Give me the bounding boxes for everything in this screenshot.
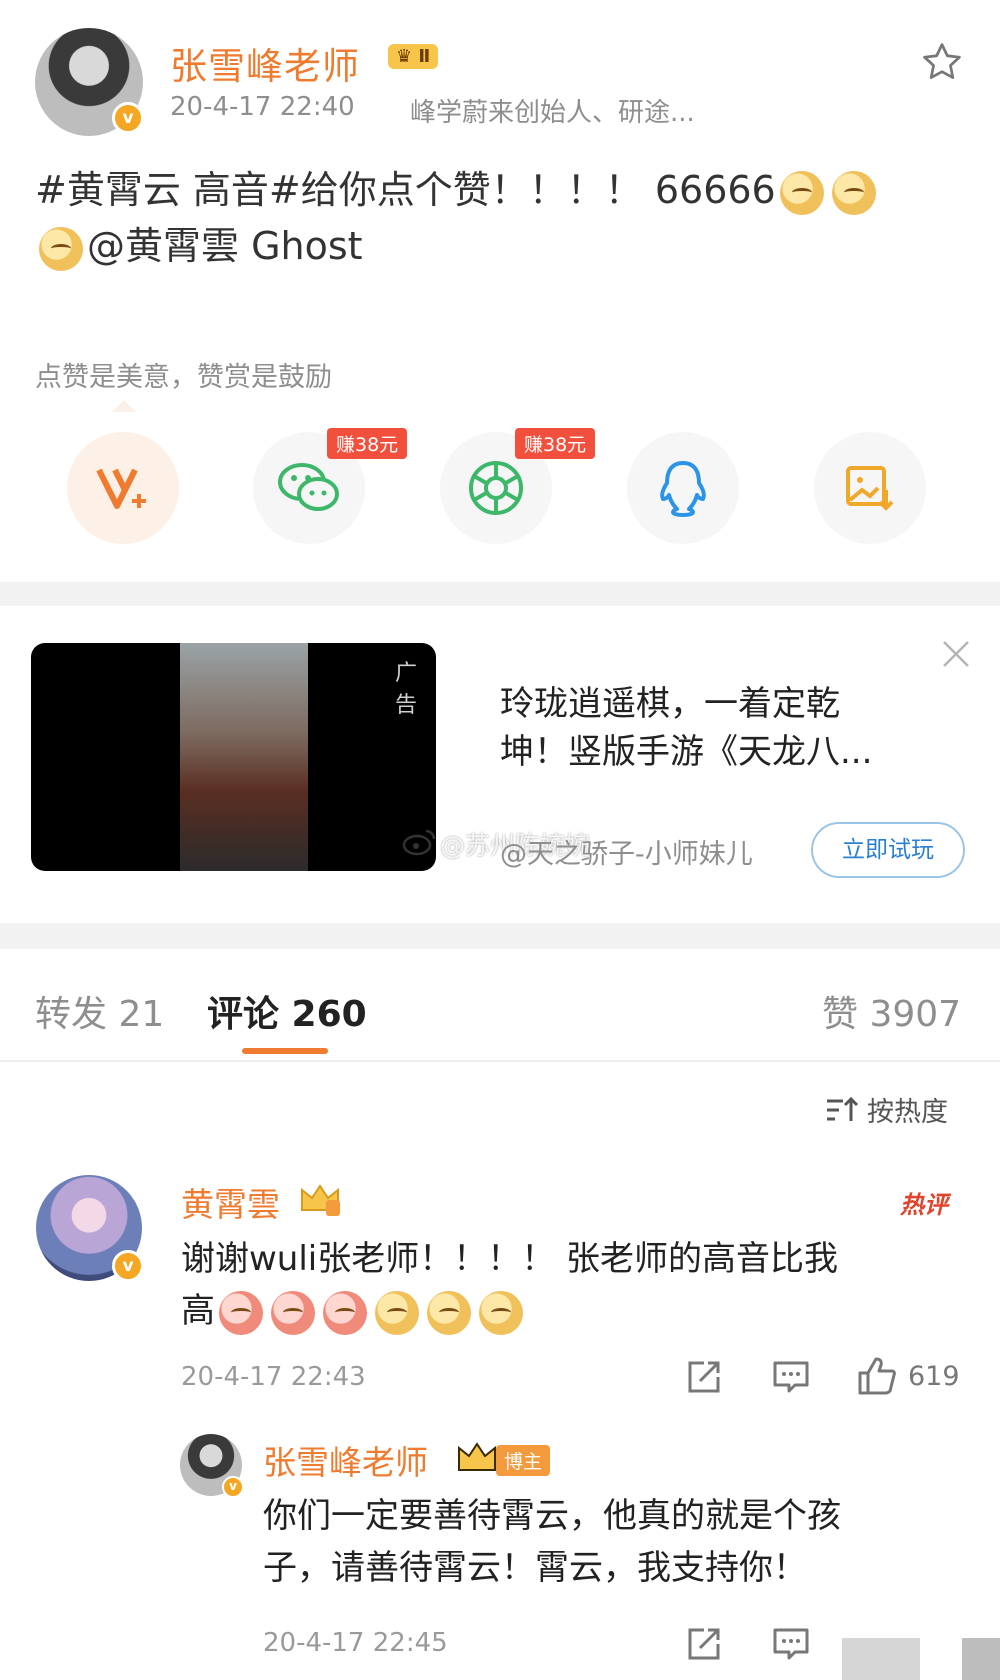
overlay-block [842, 1638, 920, 1680]
save-image-button[interactable] [814, 432, 926, 544]
doge-emoji [831, 170, 876, 215]
sort-icon [827, 1096, 859, 1121]
pig-emoji [323, 1290, 367, 1335]
ad-title-line2: 坤！竖版手游《天龙八... [500, 732, 873, 772]
try-now-button[interactable]: 立即试玩 [811, 822, 965, 878]
like-icon [858, 1357, 896, 1395]
hot-comment-tag: 热评 [900, 1191, 948, 1219]
appreciate-pointer [112, 400, 136, 412]
doge-emoji [39, 226, 83, 271]
reply-time: 20-4-17 22:45 [263, 1628, 448, 1658]
wechat-icon [278, 463, 339, 511]
doge-emoji [779, 170, 824, 215]
tab-comments[interactable]: 评论 260 [207, 985, 367, 1037]
star-icon[interactable] [920, 40, 964, 84]
comment-icon[interactable] [771, 1624, 811, 1664]
repost-icon[interactable] [684, 1357, 724, 1397]
reply-author-name[interactable]: 张雪峰老师 [263, 1436, 428, 1484]
member-crown-icon [455, 1438, 499, 1476]
reply-text-line2: 子，请善待霄云！霄云，我支持你！ [263, 1548, 807, 1588]
ad-video[interactable]: 广告 [31, 643, 436, 871]
section-divider [0, 923, 1000, 949]
active-tab-underline [242, 1048, 328, 1054]
verified-badge: v [112, 1250, 144, 1282]
level-badge-label: Ⅱ [418, 46, 431, 67]
ad-tag: 广告 [395, 661, 418, 718]
qq-icon [660, 461, 706, 517]
like-button[interactable]: 619 [856, 1355, 960, 1397]
post-mention[interactable]: @黄霄雲 Ghost [87, 224, 363, 268]
comment-time: 20-4-17 22:43 [181, 1362, 366, 1392]
ad-video-frame [180, 643, 308, 871]
reply-text-line1: 你们一定要善待霄云，他真的就是个孩 [263, 1496, 841, 1536]
post-time: 20-4-17 22:40 [170, 92, 355, 122]
moments-icon [469, 461, 523, 515]
post-text: #黄霄云 高音#给你点个赞！！！！ 66666 @黄霄雲 Ghost [35, 162, 965, 274]
vip-plus-button[interactable] [67, 432, 179, 544]
pig-emoji [271, 1290, 315, 1335]
overlay-block [962, 1638, 1000, 1680]
ad-title[interactable]: 玲珑逍遥棋，一着定乾 坤！竖版手游《天龙八... [500, 680, 960, 776]
doge-emoji [479, 1290, 523, 1335]
tabs-bottom-border [0, 1060, 1000, 1062]
comment-icon[interactable] [771, 1357, 811, 1397]
owner-tag: 博主 [496, 1445, 551, 1476]
like-count: 619 [908, 1360, 960, 1392]
section-divider [0, 582, 1000, 606]
post-text-line1: #黄霄云 高音#给你点个赞！！！！ 66666 [35, 168, 776, 212]
ad-title-line1: 玲珑逍遥棋，一着定乾 [500, 684, 840, 724]
level-badge: ♛ Ⅱ [388, 44, 439, 69]
earn-tag: 赚38元 [515, 428, 596, 459]
appreciate-text: 点赞是美意，赞赏是鼓励 [35, 362, 332, 393]
tab-likes[interactable]: 赞 3907 [822, 985, 961, 1037]
member-crown-icon [298, 1180, 342, 1218]
doge-emoji [375, 1290, 419, 1335]
earn-tag: 赚38元 [327, 428, 408, 459]
save-image-icon [846, 466, 894, 511]
repost-icon[interactable] [684, 1624, 724, 1664]
author-bio: 峰学蔚来创始人、研途... [410, 98, 695, 128]
close-icon[interactable] [940, 638, 972, 670]
vip-plus-icon [96, 468, 146, 509]
sort-by-hot-button[interactable]: 按热度 [825, 1090, 948, 1129]
sort-label: 按热度 [867, 1097, 948, 1128]
commenter-name[interactable]: 黄霄雲 [181, 1178, 280, 1226]
author-name[interactable]: 张雪峰老师 [170, 36, 360, 90]
pig-emoji [219, 1290, 263, 1335]
verified-badge: v [112, 102, 144, 134]
weibo-icon [402, 827, 438, 857]
qq-share-button[interactable] [627, 432, 739, 544]
reply-text: 你们一定要善待霄云，他真的就是个孩 子，请善待霄云！霄云，我支持你！ [263, 1490, 973, 1594]
verified-badge: v [222, 1476, 244, 1498]
comment-text-line2: 高 [181, 1291, 215, 1331]
crown-icon: ♛ [396, 46, 413, 67]
tab-repost[interactable]: 转发 21 [35, 985, 164, 1037]
comment-text: 谢谢wuli张老师！！！！ 张老师的高音比我 高 [181, 1233, 971, 1337]
ad-author: @天之骄子-小师妹儿 [500, 839, 753, 870]
doge-emoji [427, 1290, 471, 1335]
comment-text-line1: 谢谢wuli张老师！！！！ 张老师的高音比我 [181, 1239, 839, 1279]
